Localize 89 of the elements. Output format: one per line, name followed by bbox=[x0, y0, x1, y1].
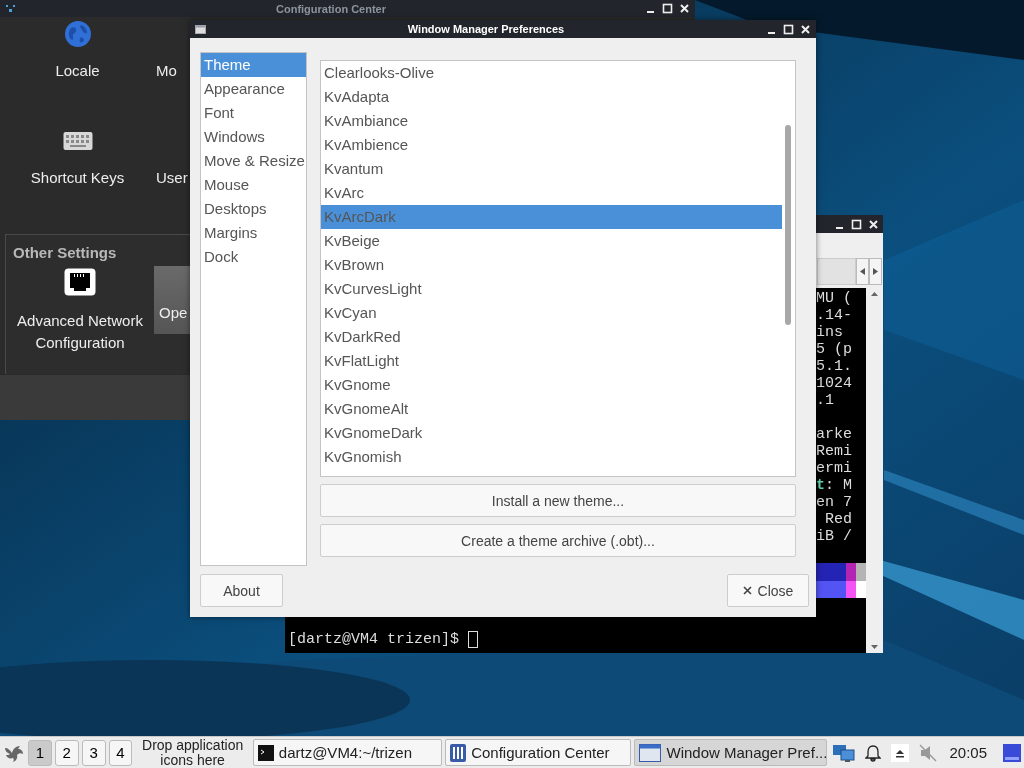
show-desktop-icon[interactable] bbox=[1003, 743, 1022, 762]
maximize-icon[interactable] bbox=[851, 218, 862, 230]
app-icon bbox=[5, 3, 17, 14]
right-arrow-icon bbox=[873, 268, 878, 275]
section-item[interactable]: Move & Resize bbox=[201, 149, 306, 173]
item-label[interactable]: Mo bbox=[156, 62, 177, 79]
list-item[interactable]: KvDarkRed bbox=[321, 325, 782, 349]
list-item[interactable]: KvFlatLight bbox=[321, 349, 782, 373]
list-item[interactable]: KvAdapta bbox=[321, 85, 782, 109]
terminal-line: arke bbox=[816, 426, 853, 443]
section-item[interactable]: Dock bbox=[201, 245, 306, 269]
close-icon[interactable] bbox=[800, 23, 811, 35]
list-item[interactable]: KvBrown bbox=[321, 253, 782, 277]
terminal-icon bbox=[257, 744, 274, 761]
item-label[interactable]: Advanced Network Configuration bbox=[10, 310, 150, 354]
workspace-button[interactable]: 2 bbox=[54, 739, 79, 766]
close-icon bbox=[742, 586, 752, 595]
terminal-line: .1 bbox=[816, 392, 835, 409]
section-item[interactable]: Appearance bbox=[201, 77, 306, 101]
task-button[interactable]: Configuration Center bbox=[445, 739, 632, 766]
list-item[interactable]: KvGnomish bbox=[321, 445, 782, 469]
workspace-button[interactable]: 4 bbox=[108, 739, 133, 766]
task-button[interactable]: Window Manager Pref... bbox=[634, 739, 828, 766]
install-theme-button[interactable]: Install a new theme... bbox=[320, 484, 796, 517]
keyboard-icon bbox=[62, 131, 93, 151]
terminal-line: 1024 bbox=[816, 375, 853, 392]
left-arrow-icon bbox=[860, 268, 865, 275]
globe-icon bbox=[63, 20, 92, 48]
terminal-line: t: M bbox=[816, 477, 854, 494]
terminal-line: ermi bbox=[816, 460, 853, 477]
terminal-line: iB / bbox=[816, 528, 853, 545]
close-icon[interactable] bbox=[679, 3, 690, 14]
sliders-icon bbox=[450, 743, 467, 762]
bell-icon[interactable] bbox=[865, 743, 882, 762]
network-icon[interactable] bbox=[833, 742, 856, 763]
terminal-line: .14- bbox=[816, 307, 853, 324]
terminal-line: Remi bbox=[816, 443, 853, 460]
item-label[interactable]: Locale bbox=[55, 62, 100, 79]
section-item[interactable]: Font bbox=[201, 101, 306, 125]
scroll-left-button[interactable] bbox=[856, 258, 869, 285]
list-item[interactable]: KvGnomeAlt bbox=[321, 397, 782, 421]
list-item[interactable]: KvCyan bbox=[321, 301, 782, 325]
window-icon bbox=[195, 24, 206, 34]
terminal-line: en 7 bbox=[816, 494, 853, 511]
scrollbar-thumb[interactable] bbox=[785, 125, 791, 325]
about-button[interactable]: About bbox=[200, 574, 283, 607]
terminal-line: 5 (p bbox=[816, 341, 853, 358]
down-arrow-icon bbox=[871, 645, 878, 649]
group-heading: Other Settings bbox=[13, 244, 117, 261]
terminal-line: ins bbox=[816, 324, 844, 341]
window-icon bbox=[639, 743, 662, 762]
list-item[interactable]: Kvantum bbox=[321, 157, 782, 181]
terminal-line: 5.1. bbox=[816, 358, 853, 375]
task-button[interactable]: dartz@VM4:~/trizen bbox=[252, 739, 443, 766]
text-cursor bbox=[468, 631, 479, 648]
create-archive-button[interactable]: Create a theme archive (.obt)... bbox=[320, 524, 796, 557]
window-title: Configuration Center bbox=[275, 2, 387, 15]
list-item[interactable]: KvGnome bbox=[321, 373, 782, 397]
eject-icon[interactable] bbox=[891, 743, 910, 762]
up-arrow-icon bbox=[871, 292, 878, 296]
section-item[interactable]: Mouse bbox=[201, 173, 306, 197]
item-label[interactable]: Ope bbox=[159, 302, 188, 324]
workspace-button[interactable]: 1 bbox=[28, 739, 52, 766]
list-item[interactable]: KvAmbiance bbox=[321, 109, 782, 133]
list-item[interactable]: KvGnomeDark bbox=[321, 421, 782, 445]
section-item[interactable]: Margins bbox=[201, 221, 306, 245]
close-icon[interactable] bbox=[868, 218, 879, 230]
clock: 20:05 bbox=[949, 744, 988, 761]
item-label[interactable]: User bbox=[156, 169, 188, 186]
launcher-hint: Drop application icons here bbox=[141, 737, 245, 768]
color-palette-drawing bbox=[816, 563, 866, 598]
close-button[interactable]: Close bbox=[727, 574, 809, 607]
maximize-icon[interactable] bbox=[783, 23, 794, 35]
workspace-button[interactable]: 3 bbox=[81, 739, 106, 766]
list-item[interactable]: KvAmbience bbox=[321, 133, 782, 157]
ethernet-port-icon bbox=[64, 268, 96, 296]
item-label[interactable]: Shortcut Keys bbox=[30, 169, 125, 186]
section-item[interactable]: Windows bbox=[201, 125, 306, 149]
list-item[interactable]: Clearlooks-Olive bbox=[321, 61, 782, 85]
scroll-right-button[interactable] bbox=[869, 258, 882, 285]
list-item[interactable]: KvArc bbox=[321, 181, 782, 205]
window-title: Window Manager Preferences bbox=[406, 23, 566, 35]
section-item[interactable]: Desktops bbox=[201, 197, 306, 221]
terminal-line: MU ( bbox=[816, 290, 853, 307]
terminal-line: Red bbox=[824, 511, 853, 528]
shell-prompt: [dartz@VM4 trizen]$ bbox=[288, 631, 460, 648]
list-item[interactable]: KvBeige bbox=[321, 229, 782, 253]
maximize-icon[interactable] bbox=[662, 3, 673, 14]
list-item[interactable]: KvCurvesLight bbox=[321, 277, 782, 301]
